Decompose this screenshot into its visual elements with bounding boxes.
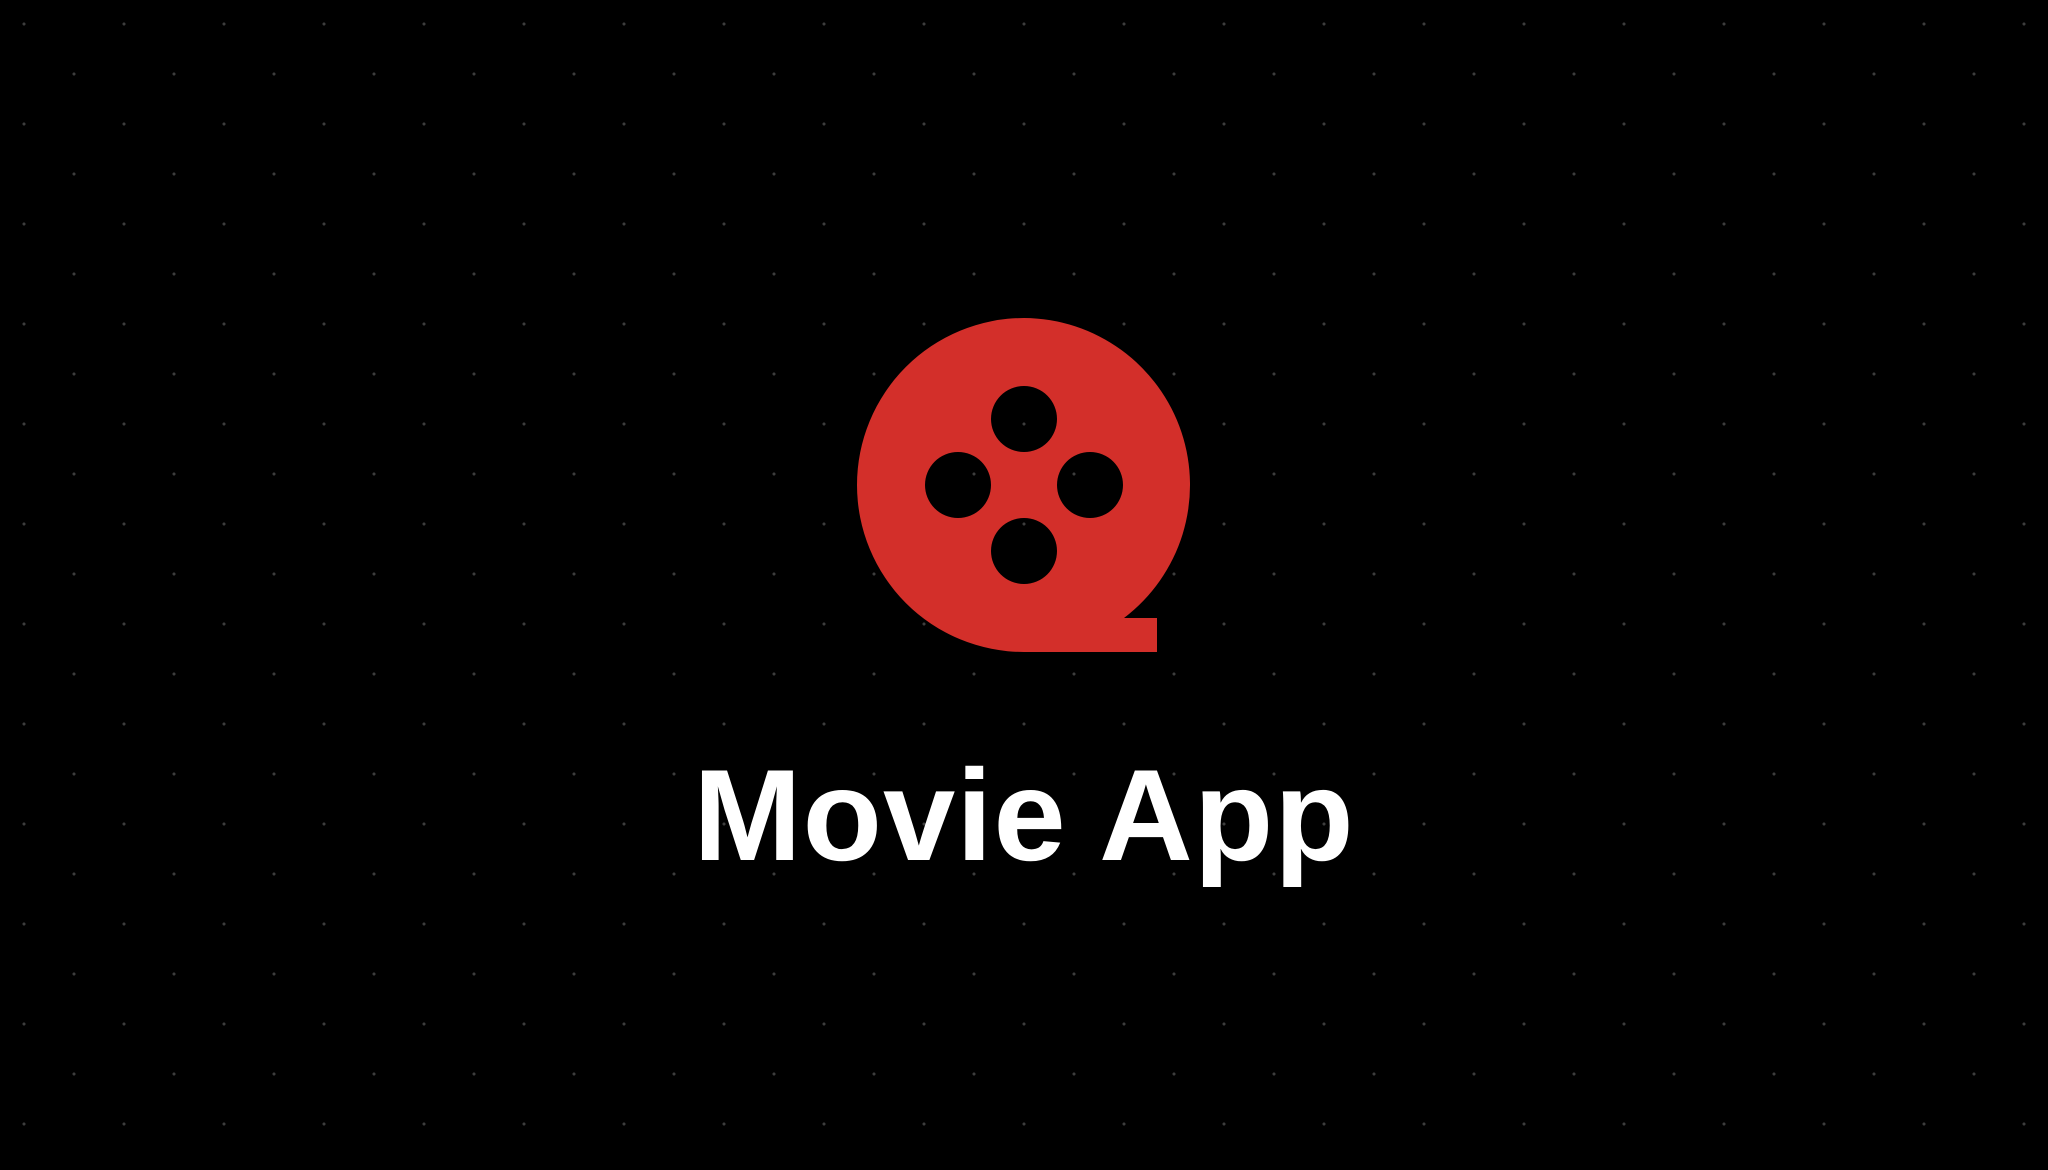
splash-screen: Movie App [0, 0, 2048, 1170]
splash-content: Movie App [0, 0, 2048, 1170]
app-title: Movie App [693, 742, 1355, 888]
reel-body [857, 318, 1191, 652]
film-reel-icon [857, 318, 1191, 652]
app-logo [857, 318, 1193, 652]
